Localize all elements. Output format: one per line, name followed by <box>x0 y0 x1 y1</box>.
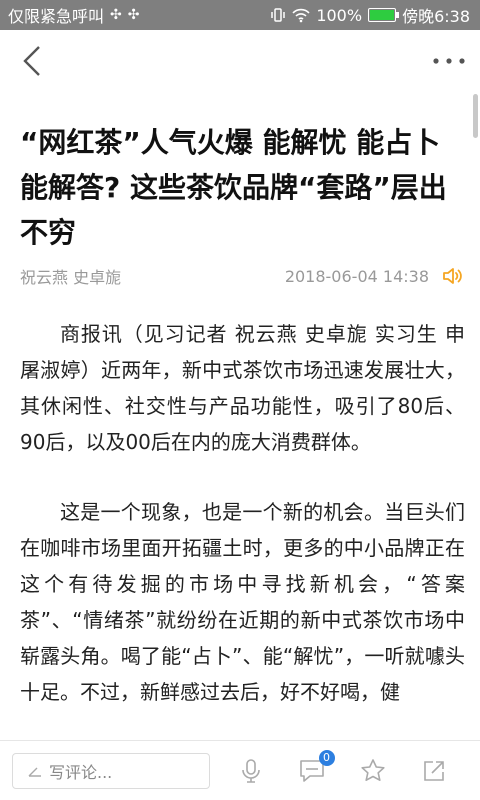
usb-icon: ✣ <box>110 7 122 23</box>
battery-fill <box>370 10 395 20</box>
more-horizontal-icon[interactable] <box>432 56 466 66</box>
scrollbar[interactable] <box>473 94 478 138</box>
chevron-left-icon[interactable] <box>20 44 44 78</box>
usb-debug-icon: ✣ <box>127 7 140 23</box>
wifi-icon <box>292 8 310 23</box>
article-paragraph: 商报讯（见习记者 祝云燕 史卓旎 实习生 申屠淑婷）近两年，新中式茶饮市场迅速发… <box>20 322 465 454</box>
speaker-icon[interactable] <box>441 264 465 288</box>
comment-count-badge: 0 <box>318 749 335 766</box>
voice-button[interactable] <box>236 756 266 786</box>
top-nav <box>0 30 480 92</box>
star-icon <box>360 758 385 781</box>
bottom-bar: 写评论... 0 <box>0 740 480 800</box>
article-authors: 祝云燕 史卓旎 <box>20 268 122 287</box>
share-icon <box>423 760 444 781</box>
status-bar: 仅限紧急呼叫 ✣ ✣ 100% 傍晚6:38 <box>0 0 480 30</box>
article-paragraph: 这是一个现象，也是一个新的机会。当巨头们在咖啡市场里面开拓疆土时，更多的中小品牌… <box>20 500 465 704</box>
vibrate-icon <box>271 8 286 22</box>
status-right: 100% 傍晚6:38 <box>270 3 470 27</box>
article-body: 商报讯（见习记者 祝云燕 史卓旎 实习生 申屠淑婷）近两年，新中式茶饮市场迅速发… <box>20 316 465 744</box>
comment-input[interactable]: 写评论... <box>12 752 210 789</box>
carrier-text: 仅限紧急呼叫 <box>8 7 105 26</box>
pen-icon <box>28 767 41 777</box>
status-left: 仅限紧急呼叫 ✣ ✣ <box>8 3 139 27</box>
action-group: 0 <box>210 749 464 786</box>
battery-percent: 100% <box>316 5 363 25</box>
article-title: “网红茶”人气火爆 能解忧 能占卜能解答? 这些茶饮品牌“套路”层出不穷 <box>20 126 447 249</box>
battery-icon <box>368 8 400 22</box>
share-button[interactable] <box>419 756 449 786</box>
microphone-icon <box>241 758 260 783</box>
comment-placeholder: 写评论... <box>49 762 113 782</box>
article-meta: 祝云燕 史卓旎 2018-06-04 14:38 <box>20 264 465 288</box>
article-timestamp: 2018-06-04 14:38 <box>284 266 429 286</box>
comments-button[interactable]: 0 <box>297 749 335 786</box>
status-time: 傍晚6:38 <box>402 7 470 26</box>
favorite-button[interactable] <box>358 756 388 786</box>
